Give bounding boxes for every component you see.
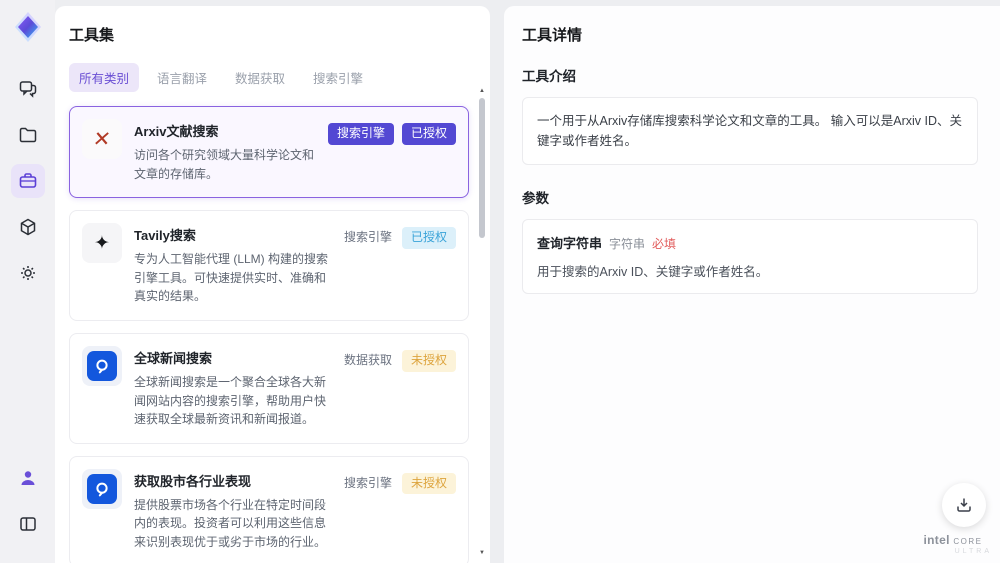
- category-badge: 数据获取: [343, 352, 392, 367]
- tool-description: 提供股票市场各个行业在特定时间段内的表现。投资者可以利用这些信息来识别表现优于或…: [134, 497, 327, 549]
- core-wordmark: core: [953, 533, 983, 547]
- download-button[interactable]: [942, 483, 986, 527]
- param-required-badge: 必填: [652, 237, 677, 251]
- tool-icon: ✦: [82, 223, 122, 264]
- tool-description: 访问各个研究领域大量科学论文和文章的存储库。: [134, 148, 315, 181]
- tool-card[interactable]: 全球新闻搜索 全球新闻搜索是一个聚合全球各大新闻网站内容的搜索引擎，帮助用户快速…: [69, 332, 469, 444]
- tool-icon: [82, 468, 122, 509]
- list-scrollbar[interactable]: ▲ ▼: [478, 88, 486, 556]
- panels-icon: [19, 517, 36, 531]
- user-profile-button[interactable]: [11, 461, 45, 495]
- tool-description: 专为人工智能代理 (LLM) 构建的搜索引擎工具。可快速提供实时、准确和真实的结…: [134, 252, 329, 304]
- tab-数据获取[interactable]: 数据获取: [225, 63, 295, 92]
- sidebar-item-settings[interactable]: [11, 256, 45, 290]
- chat-icon: [19, 81, 36, 98]
- tool-name: 全球新闻搜索: [134, 350, 213, 366]
- tool-icon: [82, 345, 122, 386]
- intro-heading: 工具介绍: [522, 69, 576, 84]
- cube-icon: [20, 218, 35, 236]
- sidebar-item-models[interactable]: [11, 210, 45, 244]
- app-logo-gem-icon[interactable]: [11, 10, 45, 44]
- tool-card[interactable]: ✕ Arxiv文献搜索 访问各个研究领域大量科学论文和文章的存储库。 搜索引擎 …: [69, 106, 469, 199]
- scrollbar-thumb[interactable]: [479, 98, 485, 238]
- briefcase-icon: [19, 173, 36, 188]
- intel-wordmark: intel: [923, 533, 950, 547]
- sidebar-item-chat[interactable]: [11, 72, 45, 106]
- ultra-wordmark: ULTRA: [954, 548, 992, 555]
- news-search-logo-icon: [87, 350, 117, 381]
- category-badge: 搜索引擎: [343, 475, 392, 490]
- params-heading: 参数: [522, 191, 549, 206]
- folder-icon: [19, 127, 36, 143]
- collapse-sidebar-button[interactable]: [11, 507, 45, 541]
- category-badge: 搜索引擎: [327, 123, 394, 145]
- auth-status-badge: 未授权: [401, 472, 456, 495]
- tool-detail-panel: 工具详情 工具介绍 一个用于从Arxiv存储库搜索科学论文和文章的工具。 输入可…: [504, 6, 1000, 563]
- download-icon: [957, 498, 971, 512]
- gear-icon: [20, 266, 35, 280]
- category-tabs: 所有类别 语言翻译 数据获取 搜索引擎: [69, 63, 470, 92]
- param-type: 字符串: [609, 237, 646, 251]
- tool-name: Tavily搜索: [134, 228, 196, 244]
- left-rail: [0, 0, 55, 563]
- auth-status-badge: 已授权: [401, 123, 456, 145]
- auth-status-badge: 未授权: [401, 349, 456, 372]
- scroll-up-icon[interactable]: ▲: [478, 88, 486, 94]
- intro-box: 一个用于从Arxiv存储库搜索科学论文和文章的工具。 输入可以是Arxiv ID…: [522, 97, 978, 165]
- tool-card[interactable]: ✦ Tavily搜索 专为人工智能代理 (LLM) 构建的搜索引擎工具。可快速提…: [69, 210, 469, 321]
- sidebar-item-files[interactable]: [11, 118, 45, 152]
- auth-status-badge: 已授权: [401, 227, 456, 249]
- tool-name: Arxiv文献搜索: [134, 124, 219, 139]
- intro-text: 一个用于从Arxiv存储库搜索科学论文和文章的工具。 输入可以是Arxiv ID…: [537, 114, 963, 148]
- scroll-down-icon[interactable]: ▼: [478, 550, 486, 556]
- tool-name: 获取股市各行业表现: [134, 473, 252, 489]
- news-search-logo-icon: [87, 473, 117, 504]
- tab-所有类别[interactable]: 所有类别: [69, 63, 140, 92]
- param-box: 查询字符串 字符串 必填 用于搜索的Arxiv ID、关键字或作者姓名。: [522, 219, 978, 294]
- tool-card-list: ✕ Arxiv文献搜索 访问各个研究领域大量科学论文和文章的存储库。 搜索引擎 …: [69, 106, 469, 563]
- tool-icon: ✕: [82, 119, 122, 159]
- page-title: 工具集: [69, 27, 115, 44]
- user-icon: [21, 471, 34, 485]
- arxiv-logo-icon: ✕: [91, 127, 113, 151]
- app-window: 工具集 所有类别 语言翻译 数据获取 搜索引擎 ✕ Arxiv文献搜索 访问各个研究领…: [0, 0, 1000, 563]
- tool-list-panel: 工具集 所有类别 语言翻译 数据获取 搜索引擎 ✕ Arxiv文献搜索 访问各个研究领…: [55, 6, 490, 563]
- tavily-star-icon: ✦: [94, 232, 110, 254]
- tool-card[interactable]: 获取股市各行业表现 提供股票市场各个行业在特定时间段内的表现。投资者可以利用这些…: [69, 455, 469, 563]
- intel-core-logo: intel core ULTRA: [914, 533, 992, 555]
- param-name: 查询字符串: [537, 236, 603, 251]
- sidebar-item-toolbox[interactable]: [10, 164, 45, 198]
- category-badge: 搜索引擎: [343, 230, 392, 245]
- tool-description: 全球新闻搜索是一个聚合全球各大新闻网站内容的搜索引擎，帮助用户快速获取全球最新资…: [134, 374, 327, 427]
- tab-语言翻译[interactable]: 语言翻译: [147, 63, 217, 92]
- tab-搜索引擎[interactable]: 搜索引擎: [303, 63, 373, 92]
- param-desc: 用于搜索的Arxiv ID、关键字或作者姓名。: [537, 265, 769, 279]
- detail-title: 工具详情: [522, 27, 583, 44]
